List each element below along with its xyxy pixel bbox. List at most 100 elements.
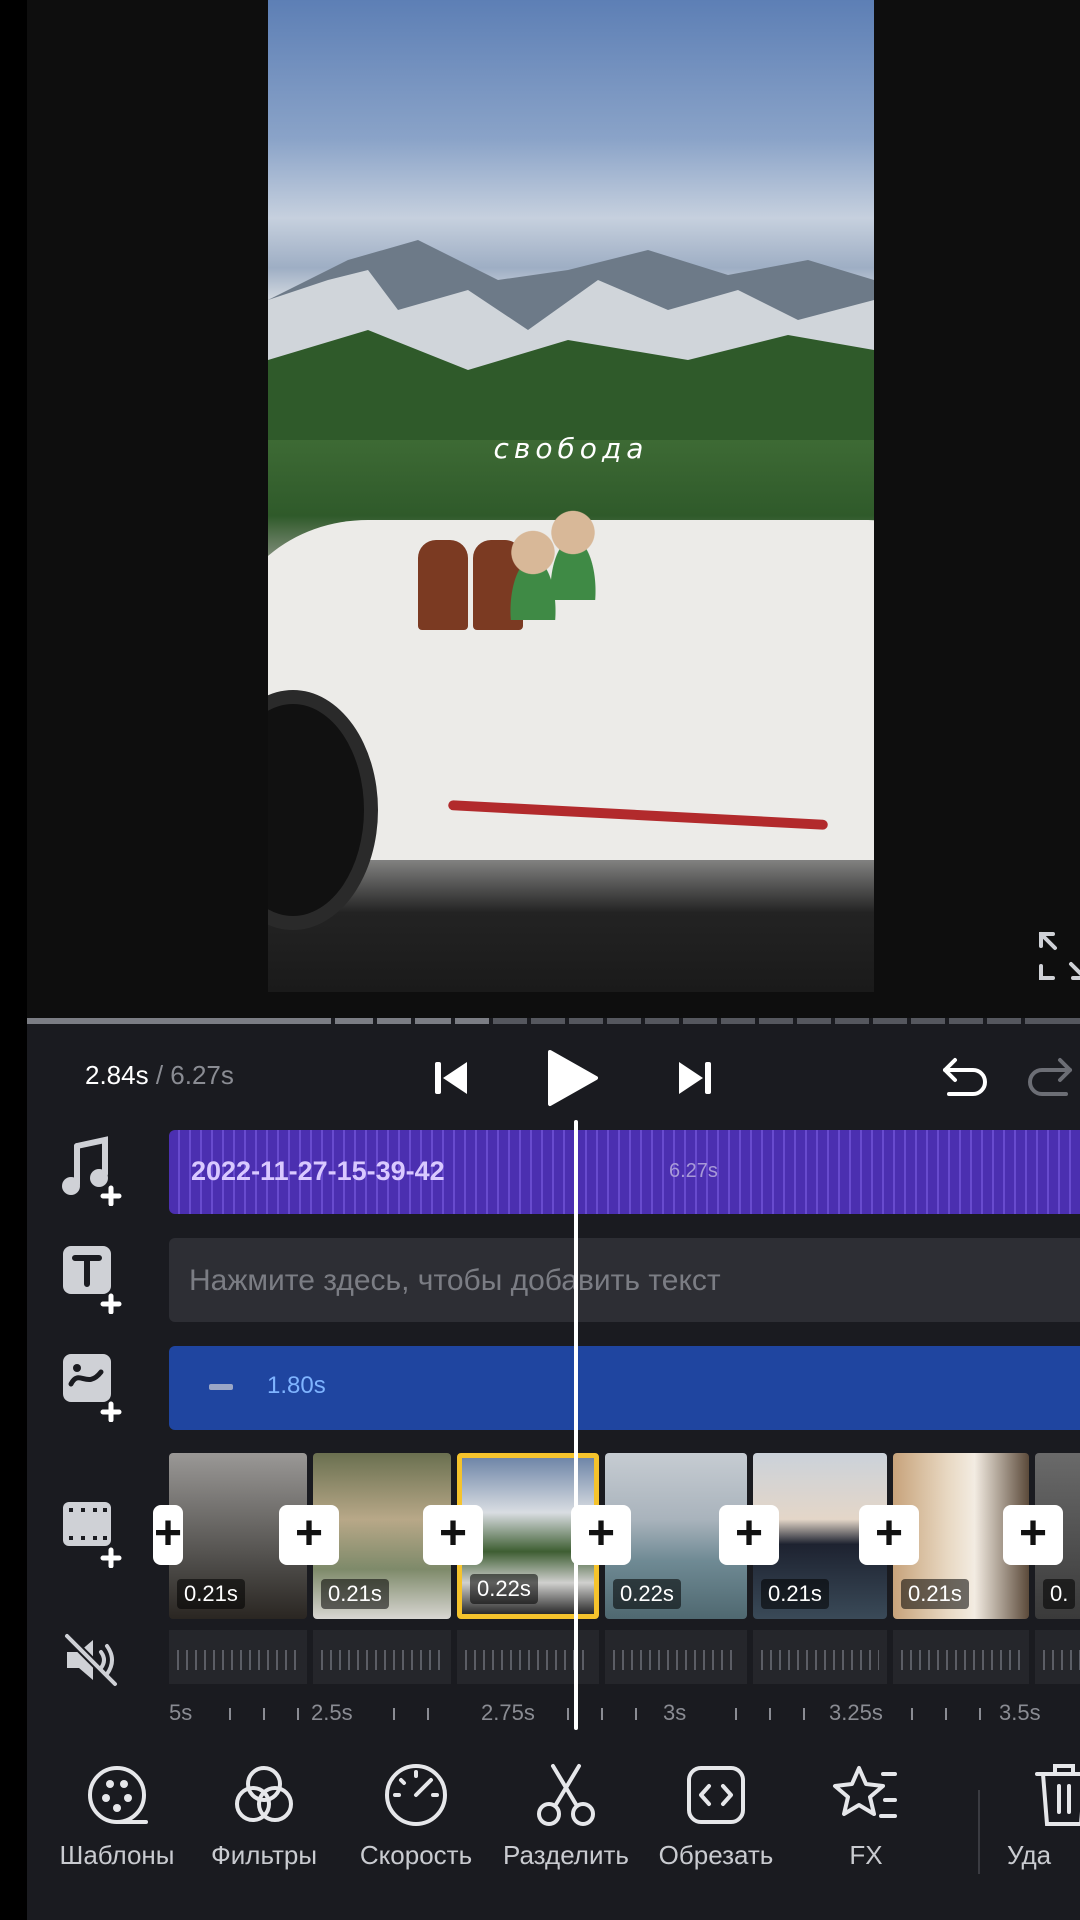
add-text-icon[interactable]: [57, 1242, 129, 1314]
add-transition-button[interactable]: +: [153, 1505, 183, 1565]
scrub-segment: [1025, 1018, 1080, 1024]
video-clips: 0.21s + 0.21s + 0.22s + 0.22s + 0.21s + …: [153, 1453, 1080, 1623]
audio-title: 2022-11-27-15-39-42: [191, 1156, 445, 1186]
fx-star-icon: [833, 1766, 897, 1818]
audio-duration: 6.27s: [669, 1160, 718, 1182]
scrub-segment: [949, 1018, 983, 1024]
filters-label: Фильтры: [210, 1840, 318, 1870]
fullscreen-icon[interactable]: [1037, 930, 1080, 982]
clip-audio-waveforms: [169, 1630, 1080, 1684]
scrub-segment: [455, 1018, 489, 1024]
scrub-segment: [415, 1018, 451, 1024]
ruler-label: 3s: [663, 1700, 687, 1725]
delete-label: Уда: [1007, 1840, 1052, 1870]
add-music-icon[interactable]: [57, 1134, 129, 1206]
video-frame[interactable]: свобода: [268, 0, 874, 992]
fx-button[interactable]: FX: [791, 1760, 941, 1871]
trim-button[interactable]: Обрезать: [641, 1760, 791, 1871]
text-track-placeholder: Нажмите здесь, чтобы добавить текст: [189, 1264, 721, 1297]
ruler-label: 2.75s: [481, 1700, 535, 1725]
filters-button[interactable]: Фильтры: [189, 1760, 339, 1871]
sticker-track[interactable]: 1.80s: [169, 1346, 1080, 1430]
time-separator: /: [148, 1060, 171, 1090]
undo-icon[interactable]: [937, 1050, 993, 1106]
skip-previous-icon[interactable]: [423, 1050, 479, 1106]
scrub-segment: [531, 1018, 565, 1024]
templates-label: Шаблоны: [59, 1840, 175, 1870]
trim-icon: [687, 1766, 745, 1824]
clip-waveform: [893, 1630, 1029, 1684]
video-preview: свобода: [27, 0, 1080, 1018]
scrub-segment: [607, 1018, 641, 1024]
time-ruler: 5s 2.5s 2.75s 3s 3.25s 3.5s: [169, 1700, 1080, 1730]
clip-duration: 0.21s: [761, 1579, 829, 1609]
timeline: 2022-11-27-15-39-42 6.27s Нажмите здесь,…: [27, 1130, 1080, 1730]
clip-duration: 0.21s: [177, 1579, 245, 1609]
fx-label: FX: [849, 1840, 883, 1870]
delete-button[interactable]: Уда: [1007, 1760, 1080, 1871]
current-time: 2.84s: [85, 1060, 149, 1090]
add-transition-button[interactable]: +: [423, 1505, 483, 1565]
scrub-segment: [493, 1018, 527, 1024]
scrub-segment: [683, 1018, 717, 1024]
time-readout: 2.84s / 6.27s: [85, 1060, 234, 1091]
scrub-segment: [721, 1018, 755, 1024]
clip-waveform: [605, 1630, 747, 1684]
scrub-segment: [911, 1018, 945, 1024]
clip-waveform: [1035, 1630, 1080, 1684]
scrub-played: [27, 1018, 331, 1024]
clip-duration: 0.21s: [901, 1579, 969, 1609]
add-transition-button[interactable]: +: [719, 1505, 779, 1565]
skip-next-icon[interactable]: [667, 1050, 723, 1106]
overlay-caption[interactable]: свобода: [268, 432, 874, 465]
video-editor-app: свобода 2.84s / 6.27s 2022-11-27-15-39-4…: [27, 0, 1080, 1920]
speed-label: Скорость: [359, 1840, 473, 1870]
speed-button[interactable]: Скорость: [341, 1760, 491, 1871]
add-sticker-icon[interactable]: [57, 1350, 129, 1422]
filters-icon: [235, 1766, 293, 1822]
add-transition-button[interactable]: +: [571, 1505, 631, 1565]
redo-icon[interactable]: [1022, 1050, 1078, 1106]
scrub-segment: [873, 1018, 907, 1024]
templates-button[interactable]: Шаблоны: [42, 1760, 192, 1871]
scrub-segment: [645, 1018, 679, 1024]
add-video-icon[interactable]: [57, 1496, 129, 1568]
playhead[interactable]: [574, 1120, 578, 1730]
scrub-bar[interactable]: [27, 1018, 1080, 1024]
scrub-segment: [377, 1018, 411, 1024]
split-button[interactable]: Разделить: [491, 1760, 641, 1871]
car-seat: [418, 540, 468, 630]
add-transition-button[interactable]: +: [1003, 1505, 1063, 1565]
audio-track[interactable]: 2022-11-27-15-39-42 6.27s: [169, 1130, 1080, 1214]
clip-waveform: [313, 1630, 451, 1684]
scrub-segment: [987, 1018, 1021, 1024]
person-image: [538, 510, 608, 600]
scrub-segment: [835, 1018, 869, 1024]
clip-waveform: [753, 1630, 887, 1684]
templates-icon: [88, 1766, 148, 1824]
clip-waveform: [169, 1630, 307, 1684]
toolbar-divider: [978, 1790, 980, 1874]
clip-duration: 0.22s: [470, 1574, 538, 1604]
play-icon[interactable]: [536, 1044, 604, 1112]
scrub-segment: [797, 1018, 831, 1024]
ruler-label: 3.25s: [829, 1700, 883, 1725]
ruler-label: 3.5s: [999, 1700, 1041, 1725]
scrub-segment: [335, 1018, 373, 1024]
scrub-segment: [759, 1018, 793, 1024]
text-track[interactable]: Нажмите здесь, чтобы добавить текст: [169, 1238, 1080, 1322]
trim-label: Обрезать: [658, 1840, 774, 1870]
ruler-label: 5s: [169, 1700, 193, 1725]
ruler-label: 2.5s: [311, 1700, 353, 1725]
bottom-toolbar: Шаблоны Фильтры Скорость Разделить Обрез…: [27, 1760, 1080, 1920]
speed-icon: [385, 1764, 447, 1826]
sticker-duration: 1.80s: [267, 1372, 326, 1399]
clip-duration: 0.22s: [613, 1579, 681, 1609]
add-transition-button[interactable]: +: [859, 1505, 919, 1565]
clip-duration: 0.21s: [321, 1579, 389, 1609]
add-transition-button[interactable]: +: [279, 1505, 339, 1565]
trash-icon: [1035, 1764, 1080, 1826]
clip-duration: 0.: [1043, 1579, 1076, 1609]
mute-icon[interactable]: [61, 1630, 121, 1690]
scrub-segment: [569, 1018, 603, 1024]
